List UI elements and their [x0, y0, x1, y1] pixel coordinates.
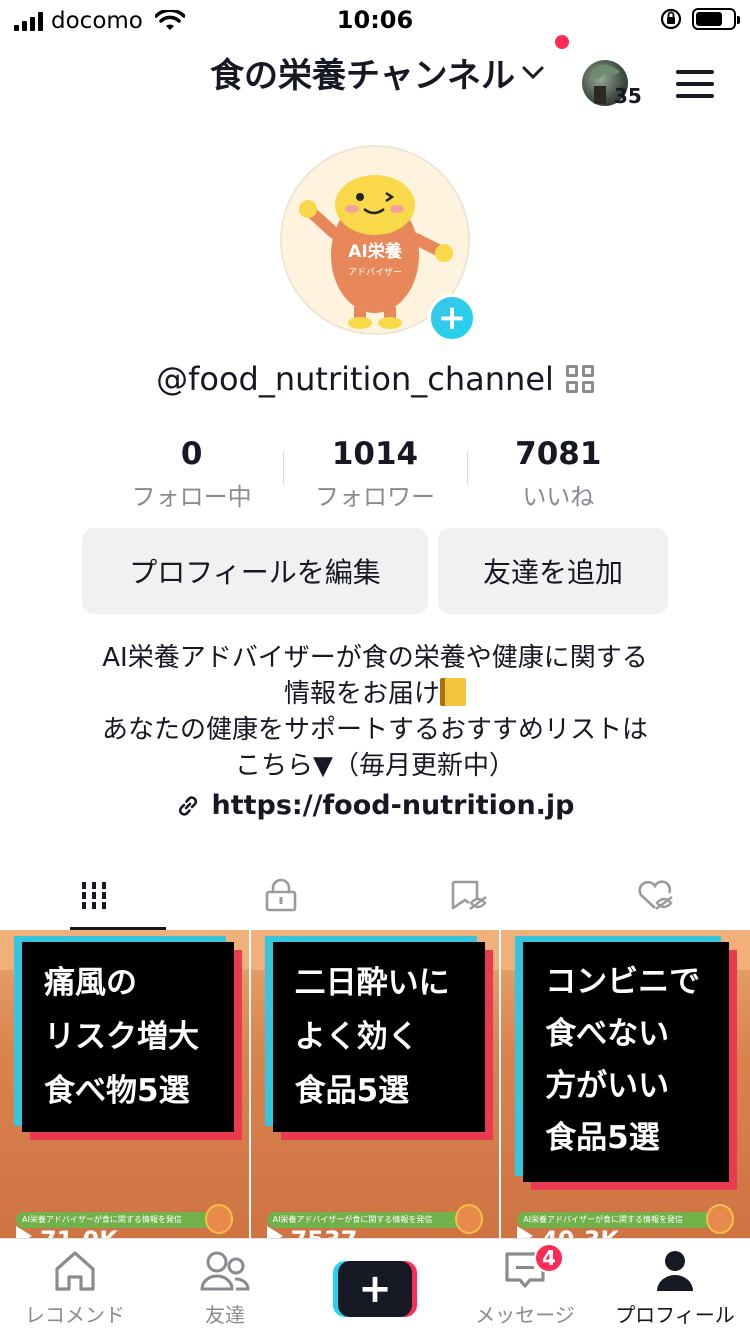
- bio-line: 情報をお届け: [283, 679, 440, 709]
- thumbnail-title-line: 痛風の: [44, 965, 137, 1001]
- avatar-text-main: AI栄養: [348, 241, 401, 262]
- content-tabs: [0, 860, 750, 930]
- thumbnail-title-card: コンビニで 食べない 方がいい 食品5選: [523, 942, 730, 1182]
- nav-home[interactable]: レコメンド: [0, 1239, 150, 1334]
- nav-friends[interactable]: 友達: [150, 1239, 300, 1334]
- nav-create[interactable]: +: [300, 1239, 450, 1334]
- profile-icon: [657, 1251, 693, 1291]
- link-icon: [179, 795, 198, 816]
- orientation-lock-icon: [660, 8, 682, 30]
- heart-hidden-icon: [638, 880, 673, 910]
- thumbnail-title-line: 食べない: [545, 1016, 670, 1052]
- bio: AI栄養アドバイザーが食の栄養や健康に関する 情報をお届け あなたの健康をサポー…: [0, 640, 750, 784]
- add-story-button[interactable]: +: [428, 294, 476, 342]
- edit-profile-button[interactable]: プロフィールを編集: [82, 528, 428, 614]
- tab-videos[interactable]: [0, 860, 188, 930]
- battery-icon: [692, 8, 740, 30]
- status-right: [660, 8, 740, 30]
- video-grid: 痛風の リスク増大 食べ物5選 AI栄養アドバイザーが食に関する情報を発信 71…: [0, 930, 750, 1240]
- thumbnail-title-card: 痛風の リスク増大 食べ物5選: [22, 942, 234, 1132]
- stats-row: 0 フォロー中 1014 フォロワー 7081 いいね: [100, 435, 650, 512]
- message-badge: 4: [534, 1243, 564, 1273]
- bookmark-hidden-icon: [451, 880, 487, 910]
- nav-profile[interactable]: プロフィール: [600, 1239, 750, 1334]
- thumbnail-title-line: コンビニで: [545, 964, 701, 1000]
- username-row: @food_nutrition_channel: [0, 360, 750, 398]
- username: @food_nutrition_channel: [156, 360, 554, 398]
- lock-icon: [265, 878, 297, 912]
- status-bar: docomo 10:06: [0, 0, 750, 40]
- bio-line-2: 情報をお届け: [0, 676, 750, 712]
- thumbnail-title-line: リスク増大: [44, 1019, 199, 1055]
- notebook-emoji-icon: [440, 678, 466, 706]
- stat-followers[interactable]: 1014 フォロワー: [283, 435, 466, 512]
- video-thumbnail[interactable]: 痛風の リスク増大 食べ物5選 AI栄養アドバイザーが食に関する情報を発信 71…: [0, 930, 249, 1240]
- account-switcher[interactable]: 食の栄養チャンネル: [210, 48, 545, 97]
- nav-messages-label: メッセージ: [475, 1303, 575, 1327]
- link-text: https://food-nutrition.jp: [211, 790, 575, 821]
- thumbnail-title-line: 二日酔いに: [294, 965, 450, 1001]
- add-friend-button[interactable]: 友達を追加: [438, 528, 668, 614]
- video-thumbnail[interactable]: コンビニで 食べない 方がいい 食品5選 AI栄養アドバイザーが食に関する情報を…: [501, 930, 750, 1240]
- plus-icon: +: [358, 1266, 392, 1312]
- stat-following[interactable]: 0 フォロー中: [100, 435, 283, 512]
- home-icon: [55, 1251, 95, 1291]
- account-title: 食の栄養チャンネル: [210, 56, 515, 96]
- bio-link[interactable]: https://food-nutrition.jp: [0, 790, 750, 821]
- grid-icon: [81, 882, 106, 909]
- bio-line: あなたの健康をサポートするおすすめリストは: [101, 715, 648, 745]
- stat-value: 0: [180, 436, 203, 472]
- bio-line: AI栄養アドバイザーが食の栄養や健康に関する: [102, 643, 648, 673]
- tab-liked[interactable]: [563, 860, 750, 930]
- video-thumbnail[interactable]: 二日酔いに よく効く 食品5選 AI栄養アドバイザーが食に関する情報を発信 75…: [250, 930, 500, 1240]
- stat-label: フォロー中: [131, 483, 252, 511]
- tab-private[interactable]: [188, 860, 376, 930]
- stat-label: フォロワー: [314, 483, 435, 511]
- chevron-down-icon: [522, 66, 544, 79]
- stat-label: いいね: [522, 483, 595, 511]
- thumbnail-title-line: 方がいい: [545, 1068, 670, 1104]
- header: 食の栄養チャンネル 35: [0, 35, 750, 108]
- nav-friends-label: 友達: [205, 1303, 245, 1327]
- mascot-icon: [204, 1204, 233, 1234]
- nav-messages[interactable]: 4 メッセージ: [450, 1239, 600, 1334]
- nav-home-label: レコメンド: [25, 1303, 125, 1327]
- story-count: 35: [614, 84, 642, 108]
- notification-dot: [555, 35, 569, 49]
- tab-saved[interactable]: [375, 860, 563, 930]
- mascot-icon: [705, 1204, 734, 1234]
- profile-actions: プロフィールを編集 友達を追加: [82, 528, 668, 614]
- qr-code-icon[interactable]: [565, 365, 594, 393]
- stat-likes[interactable]: 7081 いいね: [466, 435, 650, 512]
- thumbnail-title-card: 二日酔いに よく効く 食品5選: [272, 942, 485, 1132]
- plus-icon: +: [437, 298, 467, 338]
- thumbnail-title-line: 食品5選: [545, 1120, 660, 1156]
- hamburger-menu-icon[interactable]: [676, 70, 714, 98]
- thumbnail-title-line: 食べ物5選: [44, 1073, 190, 1109]
- bio-line: こちら▼（毎月更新中）: [235, 751, 515, 781]
- status-time: 10:06: [336, 6, 414, 34]
- bottom-nav: レコメンド 友達 + 4 メッセージ プロフィール: [0, 1238, 750, 1334]
- thumbnail-title-line: よく効く: [294, 1019, 419, 1055]
- mascot-icon: [455, 1204, 484, 1234]
- avatar-text-sub: アドバイザー: [348, 267, 402, 278]
- stat-value: 7081: [515, 436, 602, 472]
- create-button[interactable]: +: [333, 1261, 417, 1317]
- stat-value: 1014: [331, 436, 419, 472]
- nav-profile-label: プロフィール: [615, 1303, 735, 1327]
- thumbnail-title-line: 食品5選: [294, 1073, 410, 1109]
- friends-icon: [200, 1251, 250, 1291]
